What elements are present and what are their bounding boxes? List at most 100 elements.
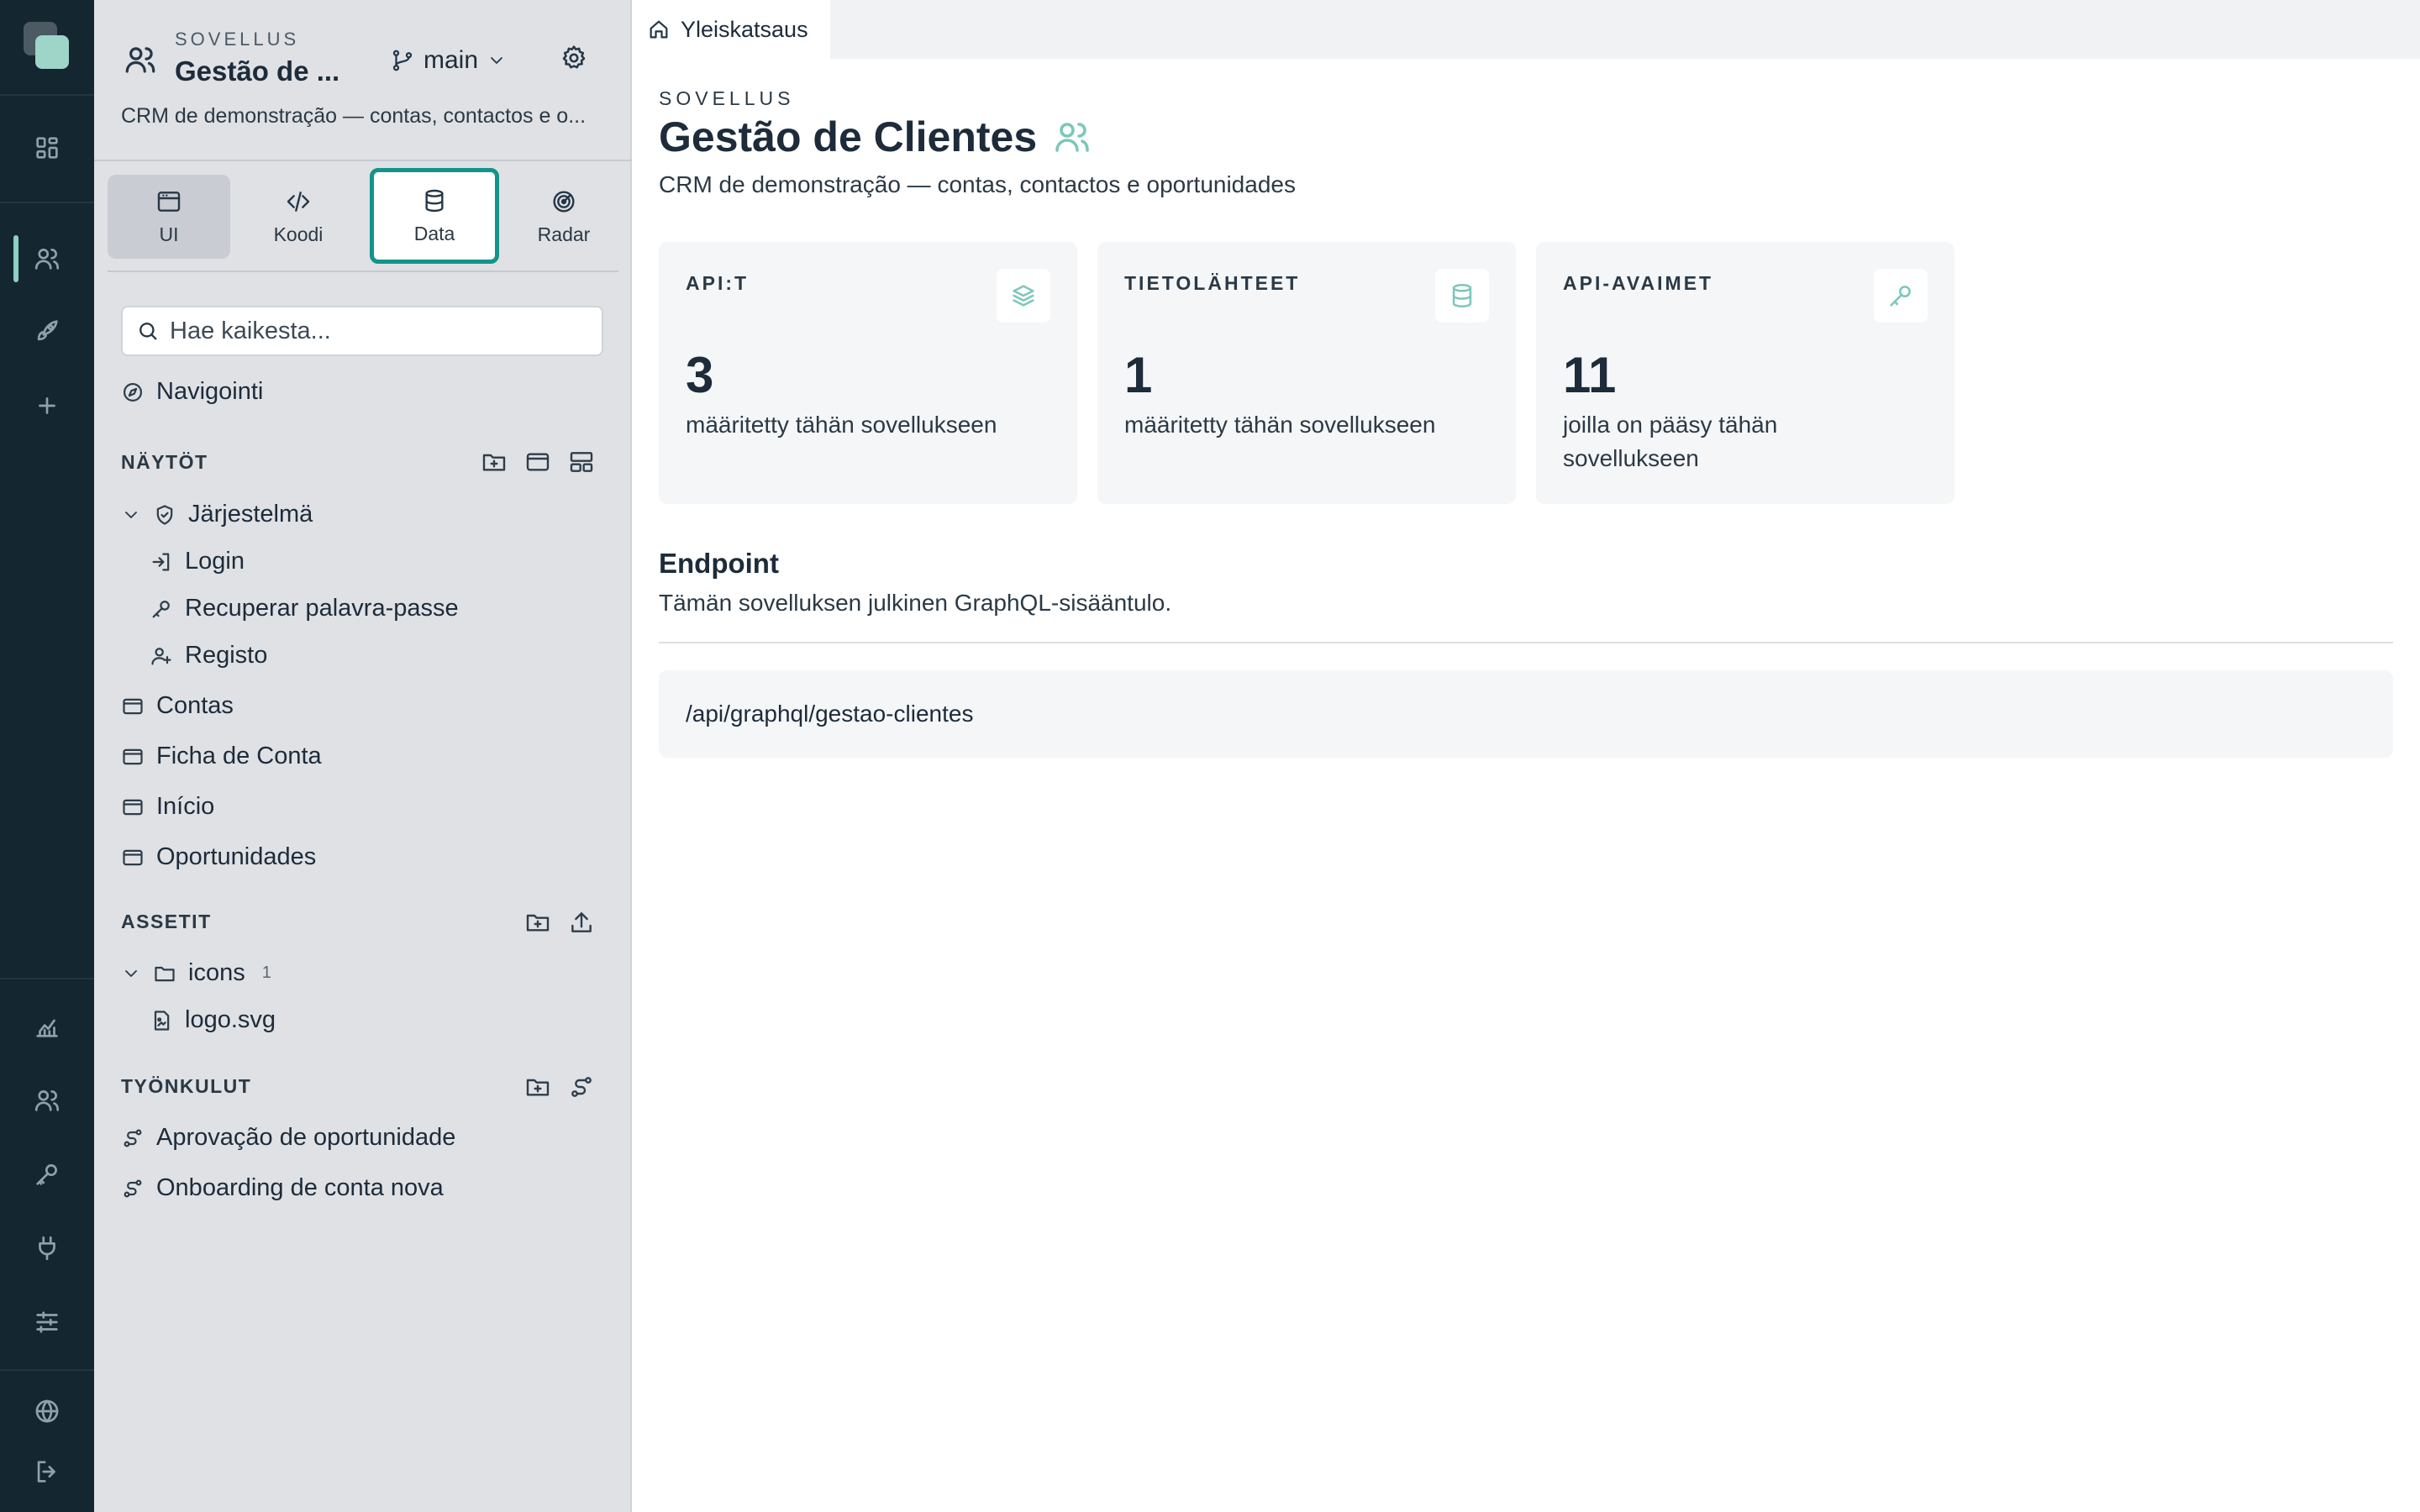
screen-item[interactable]: Contas [121,692,234,720]
nav-navigation[interactable]: Navigointi [121,378,263,406]
workflows-actions [524,1074,595,1100]
screen-item[interactable]: Login [150,548,245,575]
search-field[interactable] [121,306,603,356]
compass-icon [123,382,143,402]
stat-label: TIETOLÄHTEET [1124,272,1301,294]
dashboard-icon[interactable] [30,131,64,165]
radar-icon [553,190,575,213]
screen-label: Registo [185,642,268,669]
stat-card-datasources: TIETOLÄHTEET 1 määritetty tähän sovelluk… [1097,242,1516,504]
window-icon [157,191,181,212]
stat-value: 11 [1563,347,1617,403]
window-icon[interactable] [524,449,551,475]
logo-icon[interactable] [24,22,71,72]
folder-plus-icon[interactable] [481,449,508,475]
layers-icon [997,269,1050,323]
screen-item[interactable]: Recuperar palavra-passe [150,595,459,622]
workflow-item[interactable]: Onboarding de conta nova [121,1174,444,1202]
plug-icon[interactable] [30,1231,64,1265]
screen-label: Início [156,793,215,820]
users-icon[interactable] [30,242,64,276]
folder-count: 1 [261,963,271,982]
stat-caption: määritetty tähän sovellukseen [1124,412,1436,438]
shield-check-icon [156,504,173,525]
app-rail [0,0,94,1512]
endpoint-url-box[interactable]: /api/graphql/gestao-clientes [659,670,2393,758]
section-title-assets: ASSETIT [121,911,212,932]
asset-folder[interactable]: icons 1 [121,959,271,987]
rail-divider [0,202,94,203]
screen-item[interactable]: Oportunidades [121,843,316,871]
window-icon [123,799,143,815]
rail-divider [0,94,94,96]
screen-item[interactable]: Ficha de Conta [121,743,322,770]
layout-icon[interactable] [568,449,595,475]
rail-active-indicator [13,235,18,282]
chevron-down-icon [491,57,502,64]
rocket-icon[interactable] [30,314,64,348]
folder-plus-icon[interactable] [524,1074,551,1100]
upload-icon[interactable] [568,909,595,936]
gear-icon [562,45,586,69]
section-title-screens: NÄYTÖT [121,451,208,473]
divider [659,642,2393,643]
asset-file[interactable]: logo.svg [150,1006,276,1034]
key-icon[interactable] [30,1158,64,1191]
tab-overview-label: Yleiskatsaus [681,16,808,42]
search-input[interactable] [170,317,573,345]
divider [94,160,632,161]
screen-label: Recuperar palavra-passe [185,595,459,622]
sliders-icon[interactable] [30,1305,64,1339]
code-icon [287,191,310,212]
screen-item[interactable]: Registo [150,642,267,669]
stat-caption: joilla on pääsy tähän sovellukseen [1563,412,1778,471]
settings-button[interactable] [560,44,593,77]
database-icon [425,189,444,212]
folder-label: icons [188,959,245,986]
key-icon [1874,269,1928,323]
team-icon[interactable] [30,1084,64,1117]
screen-label: Oportunidades [156,843,317,870]
endpoint-description: Tämän sovelluksen julkinen GraphQL-sisää… [659,590,1172,616]
file-image-icon [154,1010,170,1031]
screens-actions [481,449,595,475]
tab-code[interactable]: Koodi [237,175,360,259]
screen-label: Login [185,548,245,575]
stat-card-api-keys: API-AVAIMET 11 joilla on pääsy tähän sov… [1536,242,1954,504]
key-icon [152,600,170,617]
home-icon [650,20,668,39]
folder-plus-icon[interactable] [524,909,551,936]
workflow-icon[interactable] [568,1074,595,1100]
tab-radar[interactable]: Radar [502,175,625,259]
endpoint-title: Endpoint [659,548,779,579]
workflow-icon [124,1179,142,1197]
plus-icon[interactable] [30,389,64,423]
branch-label: main [424,46,479,74]
git-branch-icon [392,50,413,71]
tab-label: Radar [537,223,591,245]
rail-divider [0,1369,94,1371]
section-title-workflows: TYÖNKULUT [121,1075,252,1097]
analytics-icon[interactable] [30,1010,64,1043]
workflow-item[interactable]: Aprovação de oportunidade [121,1124,455,1152]
tab-overview[interactable]: Yleiskatsaus [632,0,830,59]
logout-icon[interactable] [30,1455,64,1488]
branch-selector[interactable]: main [390,42,507,79]
app-name: Gestão de ... [175,55,340,87]
view-tabs: UI Koodi Data Radar [108,168,618,272]
tab-data[interactable]: Data [370,168,499,264]
tree-group-system[interactable]: Järjestelmä [121,501,313,528]
database-icon [1435,269,1489,323]
screen-item[interactable]: Início [121,793,214,821]
users-icon [123,42,158,77]
workflow-label: Aprovação de oportunidade [156,1124,456,1151]
tab-ui[interactable]: UI [108,175,230,259]
stat-label: API-AVAIMET [1563,272,1714,294]
workflow-icon [124,1129,142,1147]
page-description: CRM de demonstração — contas, contactos … [659,171,1296,197]
chevron-down-icon [125,969,137,977]
file-label: logo.svg [185,1006,276,1033]
stat-value: 1 [1124,347,1153,403]
chevron-down-icon [125,511,137,518]
globe-icon[interactable] [30,1394,64,1428]
